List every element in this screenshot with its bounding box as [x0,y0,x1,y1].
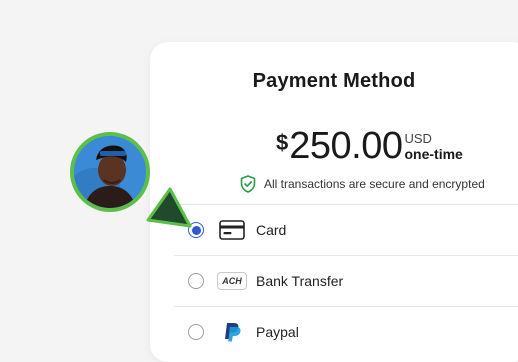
avatar-portrait [74,136,146,208]
payment-panel: Payment Method $ 250.00 USD one-time All… [150,42,518,362]
security-text: All transactions are secure and encrypte… [264,177,485,191]
avatar [70,132,150,212]
payment-frequency: one-time [404,146,463,162]
method-label-paypal: Paypal [256,324,299,340]
payment-option-bank-transfer[interactable]: ACH Bank Transfer [174,255,518,306]
payment-option-paypal[interactable]: Paypal [174,306,518,357]
price-amount: 250.00 [289,125,403,167]
currency-symbol: $ [276,130,289,155]
paypal-radio[interactable] [188,324,204,340]
payment-option-card[interactable]: Card [174,204,518,255]
currency-code: USD [404,131,432,146]
page-title: Payment Method [252,70,416,92]
bank-transfer-radio[interactable] [188,273,204,289]
shield-check-icon [240,175,256,193]
price-meta: USD one-time [404,131,463,163]
paypal-icon [216,321,248,343]
ach-icon: ACH [216,270,248,292]
payment-method-list: Card ACH Bank Transfer Paypal [174,204,518,357]
ach-badge: ACH [217,272,247,290]
method-label-card: Card [256,222,287,238]
price-display: $ 250.00 USD one-time [276,126,463,170]
method-label-bank-transfer: Bank Transfer [256,273,344,289]
pointer-cursor-icon [146,187,192,228]
credit-card-icon [216,219,248,241]
security-notice: All transactions are secure and encrypte… [240,175,485,193]
